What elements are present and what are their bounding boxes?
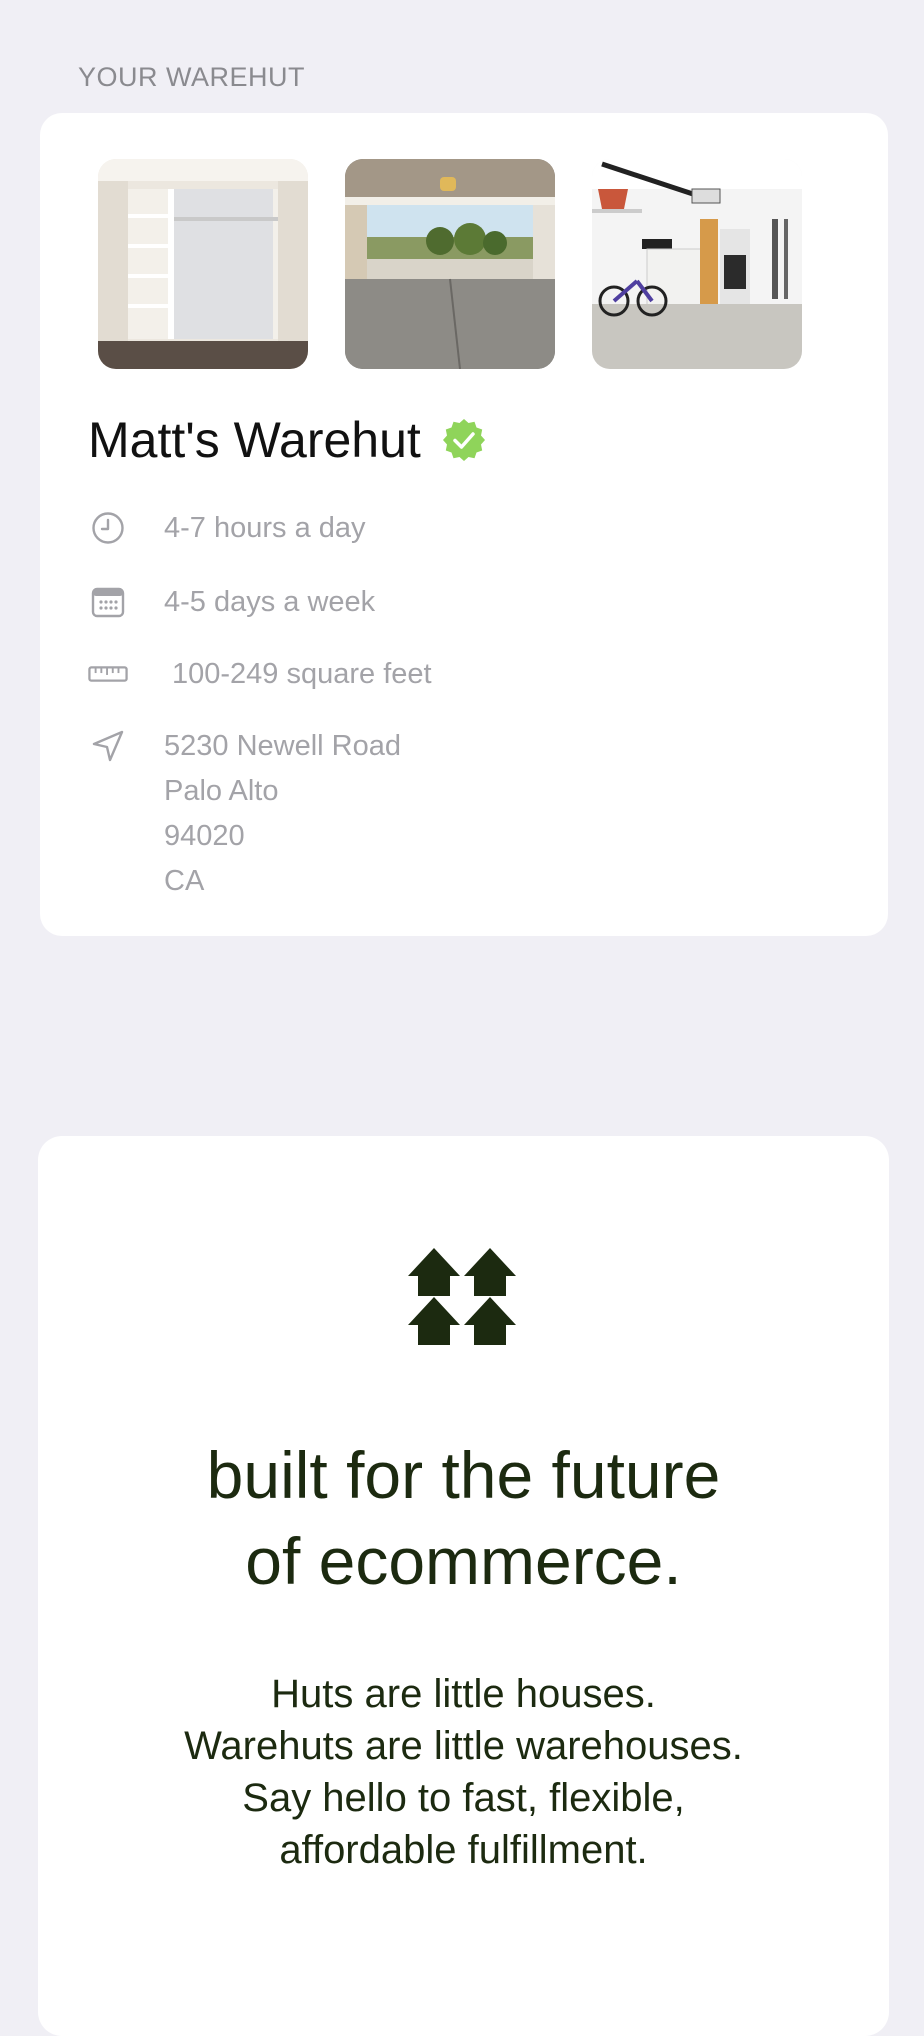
- days-row: 4-5 days a week: [88, 582, 375, 625]
- garage-storage-photo[interactable]: [592, 159, 802, 369]
- size-row: 100-249 square feet: [88, 654, 432, 697]
- open-garage-photo[interactable]: [345, 159, 555, 369]
- photo-gallery: [98, 159, 802, 369]
- warehut-card[interactable]: Matt's Warehut 4-7 hours a day 4-5 days …: [40, 113, 888, 936]
- location-arrow-icon: [88, 726, 128, 766]
- body-line-2: Warehuts are little warehouses.: [184, 1724, 743, 1768]
- warehut-name: Matt's Warehut: [88, 412, 421, 468]
- closet-photo[interactable]: [98, 159, 308, 369]
- hours-text: 4-7 hours a day: [164, 512, 366, 544]
- headline-line-1: built for the future: [206, 1438, 721, 1512]
- calendar-icon: [88, 582, 128, 622]
- headline-line-2: of ecommerce.: [245, 1524, 682, 1598]
- address-row: 5230 Newell Road Palo Alto 94020 CA: [88, 726, 401, 904]
- section-label-your-warehut: YOUR WAREHUT: [78, 62, 305, 92]
- promo-card: built for the future of ecommerce. Huts …: [38, 1136, 889, 2036]
- address-text: 5230 Newell Road Palo Alto 94020 CA: [164, 724, 401, 904]
- address-street: 5230 Newell Road: [164, 730, 401, 762]
- body-line-4: affordable fulfillment.: [279, 1828, 648, 1872]
- verified-badge-icon: [441, 417, 487, 463]
- warehut-logo-icon: [408, 1248, 518, 1348]
- promo-body: Huts are little houses. Warehuts are lit…: [38, 1668, 889, 1876]
- size-text: 100-249 square feet: [172, 658, 432, 690]
- address-zip: 94020: [164, 820, 245, 852]
- ruler-icon: [88, 654, 128, 694]
- promo-headline: built for the future of ecommerce.: [38, 1432, 889, 1604]
- body-line-3: Say hello to fast, flexible,: [242, 1776, 685, 1820]
- address-state: CA: [164, 865, 205, 897]
- warehut-title-row: Matt's Warehut: [88, 411, 487, 469]
- clock-icon: [88, 508, 128, 548]
- address-city: Palo Alto: [164, 775, 279, 807]
- hours-row: 4-7 hours a day: [88, 508, 366, 551]
- body-line-1: Huts are little houses.: [271, 1672, 656, 1716]
- days-text: 4-5 days a week: [164, 586, 376, 618]
